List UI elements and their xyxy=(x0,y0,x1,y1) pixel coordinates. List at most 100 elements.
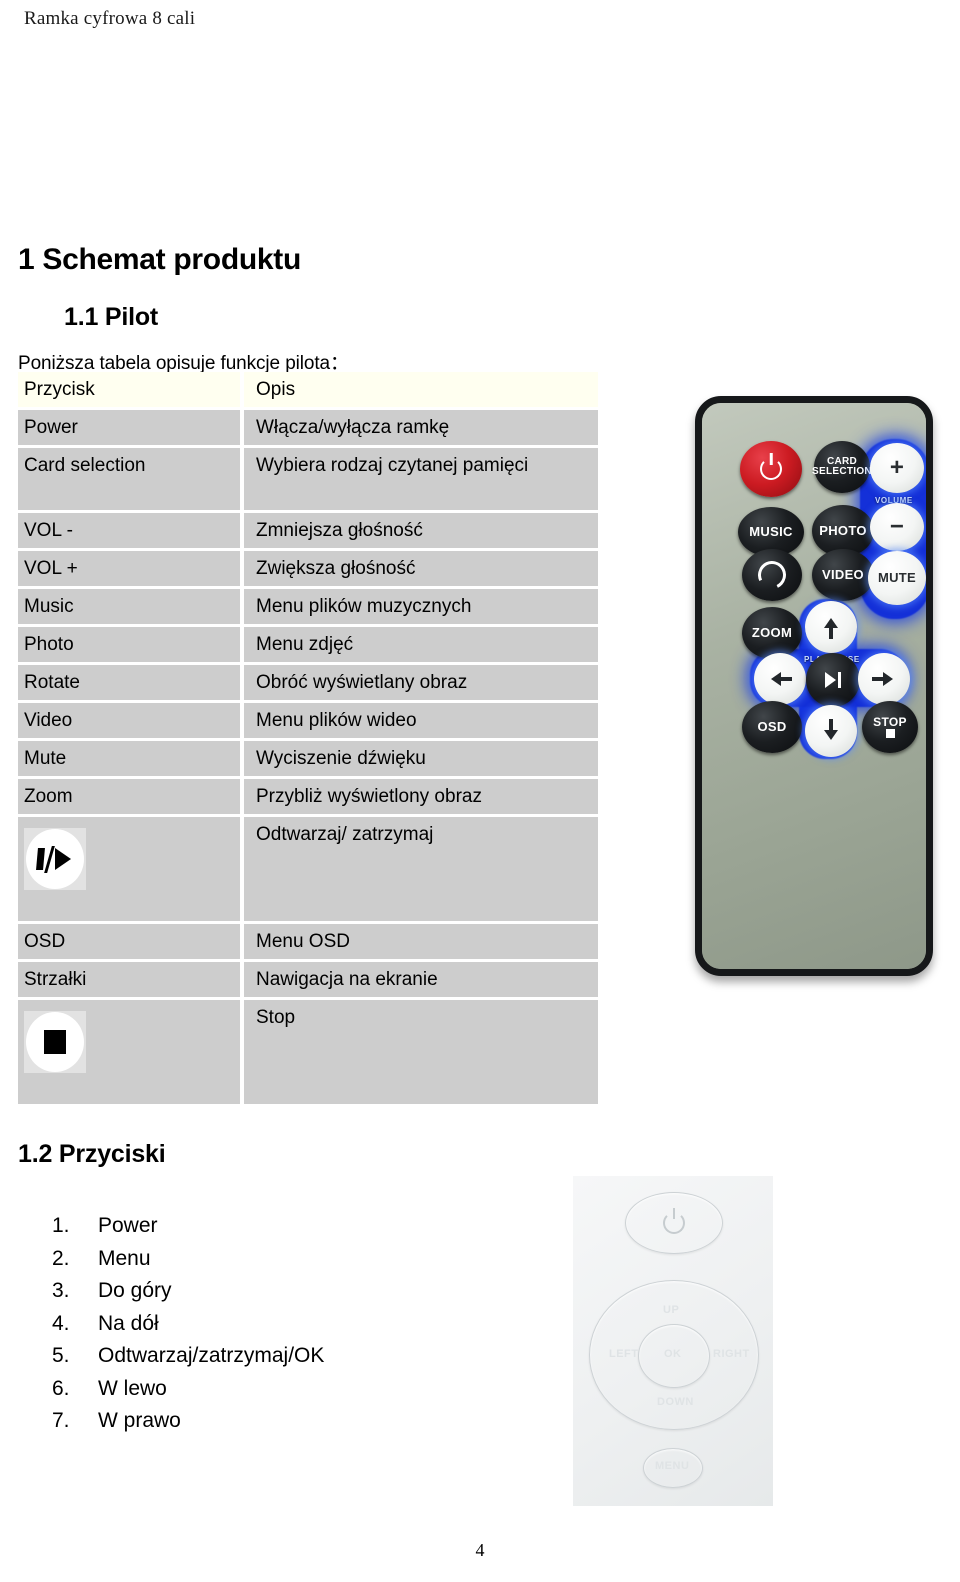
table-body: Power Włącza/wyłącza ramkę Card selection W… xyxy=(18,410,598,1104)
table-row: Odtwarzaj/ zatrzymaj xyxy=(18,817,598,921)
device-buttons-photo: UP LEFT OK RIGHT DOWN MENU xyxy=(573,1176,773,1506)
table-cell-key: Music xyxy=(18,589,240,624)
table-row: Strzałki Nawigacja na ekranie xyxy=(18,962,598,997)
play-pause-icon xyxy=(825,672,841,688)
list-item: 7. W prawo xyxy=(52,1405,472,1438)
remote-left-button[interactable] xyxy=(754,653,806,705)
list-item-label: Do góry xyxy=(98,1279,172,1302)
device-power-button[interactable] xyxy=(625,1192,723,1254)
list-item: 6. W lewo xyxy=(52,1373,472,1406)
table-cell-description: Menu OSD xyxy=(244,924,598,959)
remote-stop-button[interactable]: STOP xyxy=(862,701,918,753)
remote-control-photo: CARD SELECTION + VOLUME MUSIC PHOTO − RO… xyxy=(683,388,945,993)
remote-mute-button[interactable]: MUTE xyxy=(868,551,926,605)
list-item-label: Menu xyxy=(98,1246,151,1270)
remote-right-button[interactable] xyxy=(858,653,910,705)
remote-playpause-button[interactable] xyxy=(806,653,860,707)
table-row: VOL - Zmniejsza głośność xyxy=(18,513,598,548)
section-heading-1-1: 1.1 Pilot xyxy=(64,303,159,331)
list-item-number: 3. xyxy=(52,1279,70,1302)
table-cell-description: Przybliż wyświetlony obraz xyxy=(244,779,598,814)
table-row: Power Włącza/wyłącza ramkę xyxy=(18,410,598,445)
table-row: Zoom Przybliż wyświetlony obraz xyxy=(18,779,598,814)
table-cell-key: Zoom xyxy=(18,779,240,814)
table-cell-description: Włącza/wyłącza ramkę xyxy=(244,410,598,445)
list-item: 4. Na dół xyxy=(52,1308,472,1341)
table-header-row: Przycisk Opis xyxy=(18,372,598,407)
remote-volume-up-button[interactable]: + xyxy=(870,443,924,493)
card-selection-label: CARD SELECTION xyxy=(812,455,872,477)
table-cell-key: Card selection xyxy=(18,448,240,510)
table-cell-key xyxy=(18,1000,240,1104)
table-cell-key: Mute xyxy=(18,741,240,776)
zoom-label: ZOOM xyxy=(751,625,793,641)
table-row: Card selection Wybiera rodzaj czytanej pa… xyxy=(18,448,598,510)
play-pause-icon xyxy=(24,828,86,890)
arrow-up-icon xyxy=(824,618,838,639)
device-label-ok: OK xyxy=(664,1348,682,1360)
list-item: 1. Power xyxy=(52,1210,472,1243)
table-cell-description: Stop xyxy=(244,1000,598,1104)
page-title: 1 Schemat produktu xyxy=(18,243,301,276)
device-label-up: UP xyxy=(663,1304,680,1316)
osd-label: OSD xyxy=(757,719,787,735)
table-row: VOL + Zwiększa głośność xyxy=(18,551,598,586)
power-icon xyxy=(663,1212,685,1234)
table-row: Stop xyxy=(18,1000,598,1104)
device-label-menu: MENU xyxy=(655,1460,690,1472)
table-row: Music Menu plików muzycznych xyxy=(18,589,598,624)
list-item-number: 2. xyxy=(52,1246,70,1270)
arrow-down-icon xyxy=(824,719,838,740)
remote-volume-down-button[interactable]: − xyxy=(870,503,924,551)
remote-up-button[interactable] xyxy=(805,601,857,653)
table-cell-key: Rotate xyxy=(18,665,240,700)
column-header-key: Przycisk xyxy=(18,372,240,407)
remote-down-button[interactable] xyxy=(805,705,857,757)
list-item-label: Odtwarzaj/zatrzymaj/OK xyxy=(98,1344,325,1367)
volume-plus-label: + xyxy=(889,453,905,481)
table-cell-description: Wyciszenie dźwięku xyxy=(244,741,598,776)
remote-rotate-button[interactable] xyxy=(742,549,802,601)
remote-power-button[interactable] xyxy=(740,441,802,497)
mute-label: MUTE xyxy=(877,570,917,586)
table-cell-key: Video xyxy=(18,703,240,738)
column-header-description: Opis xyxy=(244,372,598,407)
device-label-right: RIGHT xyxy=(713,1348,750,1360)
section-intro-text: Poniższa tabela opisuje funkcje pilota： xyxy=(18,353,349,374)
remote-video-button[interactable]: VIDEO xyxy=(812,549,874,601)
table-row: Mute Wyciszenie dźwięku xyxy=(18,741,598,776)
stop-label: STOP xyxy=(873,714,907,729)
table-cell-description: Zmniejsza głośność xyxy=(244,513,598,548)
list-item: 3. Do góry xyxy=(52,1275,472,1308)
list-item-number: 4. xyxy=(52,1311,70,1335)
running-header: Ramka cyfrowa 8 cali xyxy=(24,8,196,29)
list-item-number: 7. xyxy=(52,1409,70,1432)
rotate-icon xyxy=(754,557,790,593)
table-row: Video Menu plików wideo xyxy=(18,703,598,738)
stop-square-icon xyxy=(885,729,895,739)
video-label: VIDEO xyxy=(822,567,864,583)
remote-osd-button[interactable]: OSD xyxy=(742,701,802,753)
table-cell-key: Strzałki xyxy=(18,962,240,997)
section-heading-1-2: 1.2 Przyciski xyxy=(18,1140,166,1168)
list-item-label: Power xyxy=(98,1214,158,1237)
table-cell-key: VOL - xyxy=(18,513,240,548)
table-cell-key: VOL + xyxy=(18,551,240,586)
remote-zoom-button[interactable]: ZOOM xyxy=(742,607,802,659)
table-cell-description: Zwiększa głośność xyxy=(244,551,598,586)
remote-body: CARD SELECTION + VOLUME MUSIC PHOTO − RO… xyxy=(695,396,933,976)
photo-label: PHOTO xyxy=(819,523,867,539)
volume-minus-label: − xyxy=(889,512,905,540)
arrow-left-icon xyxy=(771,672,792,686)
table-cell-description: Wybiera rodzaj czytanej pamięci xyxy=(244,448,598,510)
table-cell-description: Obróć wyświetlany obraz xyxy=(244,665,598,700)
table-cell-key xyxy=(18,817,240,921)
table-cell-description: Menu plików muzycznych xyxy=(244,589,598,624)
table-cell-description: Menu plików wideo xyxy=(244,703,598,738)
table-cell-key: Photo xyxy=(18,627,240,662)
list-item-label: W prawo xyxy=(98,1409,181,1432)
stop-icon xyxy=(24,1011,86,1073)
list-item-number: 6. xyxy=(52,1376,70,1400)
remote-card-selection-button[interactable]: CARD SELECTION xyxy=(812,441,872,493)
table-row: OSD Menu OSD xyxy=(18,924,598,959)
